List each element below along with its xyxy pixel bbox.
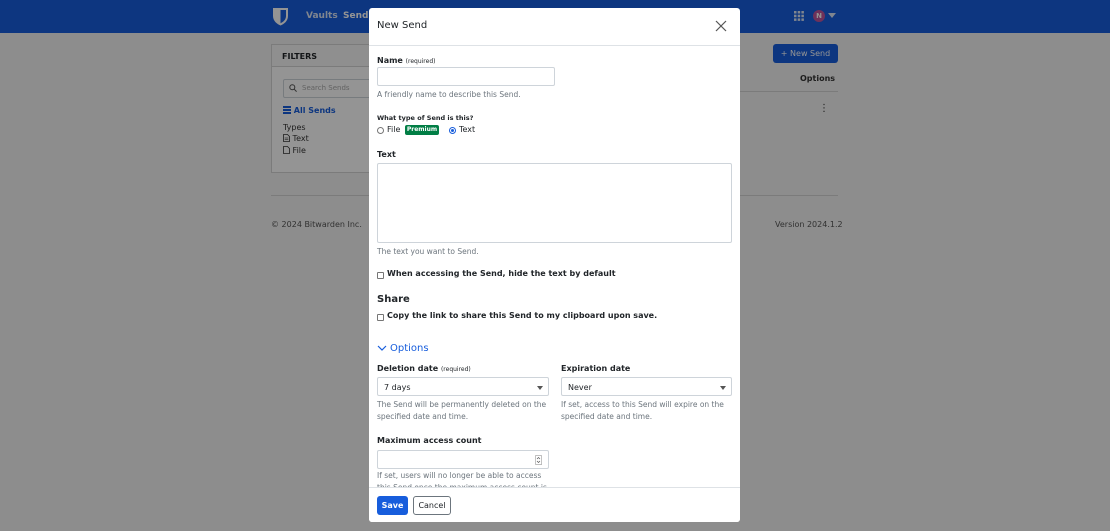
options-toggle[interactable]: Options [390,343,429,354]
select-arrow-icon [720,386,726,390]
deletion-label-text: Deletion date [377,364,439,373]
name-help: A friendly name to describe this Send. [377,90,521,99]
type-file-label[interactable]: File [387,125,400,134]
hide-text-checkbox[interactable] [377,272,384,279]
dialog-body: Name (required) A friendly name to descr… [369,46,740,487]
type-file-radio[interactable] [377,127,384,134]
expiration-date-select[interactable]: Never [561,377,732,396]
dialog-header: New Send [369,8,740,46]
share-heading: Share [377,294,410,305]
stepper-icon[interactable] [535,455,542,465]
chevron-down-icon[interactable] [377,345,387,352]
text-textarea[interactable] [377,163,732,243]
deletion-date-select[interactable]: 7 days [377,377,549,396]
dialog-title: New Send [377,20,428,31]
max-access-label: Maximum access count [377,436,482,445]
type-text-label[interactable]: Text [459,125,475,134]
name-required-hint: (required) [405,58,436,65]
save-button[interactable]: Save [377,496,408,515]
name-label: Name (required) [377,56,435,65]
text-label: Text [377,150,396,159]
close-icon[interactable] [715,20,727,32]
deletion-date-value: 7 days [384,383,411,392]
expiration-date-label: Expiration date [561,364,631,373]
new-send-dialog: New Send Name (required) A friendly name… [369,8,740,522]
expiration-date-help: If set, access to this Send will expire … [561,400,724,421]
deletion-date-label: Deletion date (required) [377,364,471,373]
expiration-date-value: Never [568,383,592,392]
dialog-footer: Save Cancel [369,487,740,522]
text-help: The text you want to Send. [377,247,479,256]
max-access-help: If set, users will no longer be able to … [377,471,547,487]
select-arrow-icon [537,386,543,390]
max-access-input[interactable] [377,450,549,469]
cancel-button[interactable]: Cancel [413,496,451,515]
name-input[interactable] [377,67,555,86]
name-label-text: Name [377,56,403,65]
hide-text-label[interactable]: When accessing the Send, hide the text b… [387,269,616,278]
deletion-date-help: The Send will be permanently deleted on … [377,400,547,421]
send-type-question: What type of Send is this? [377,114,474,122]
premium-badge: Premium [405,125,439,135]
deletion-required-hint: (required) [440,366,471,373]
copy-link-checkbox[interactable] [377,314,384,321]
type-text-radio[interactable] [449,127,456,134]
copy-link-label[interactable]: Copy the link to share this Send to my c… [387,311,657,320]
